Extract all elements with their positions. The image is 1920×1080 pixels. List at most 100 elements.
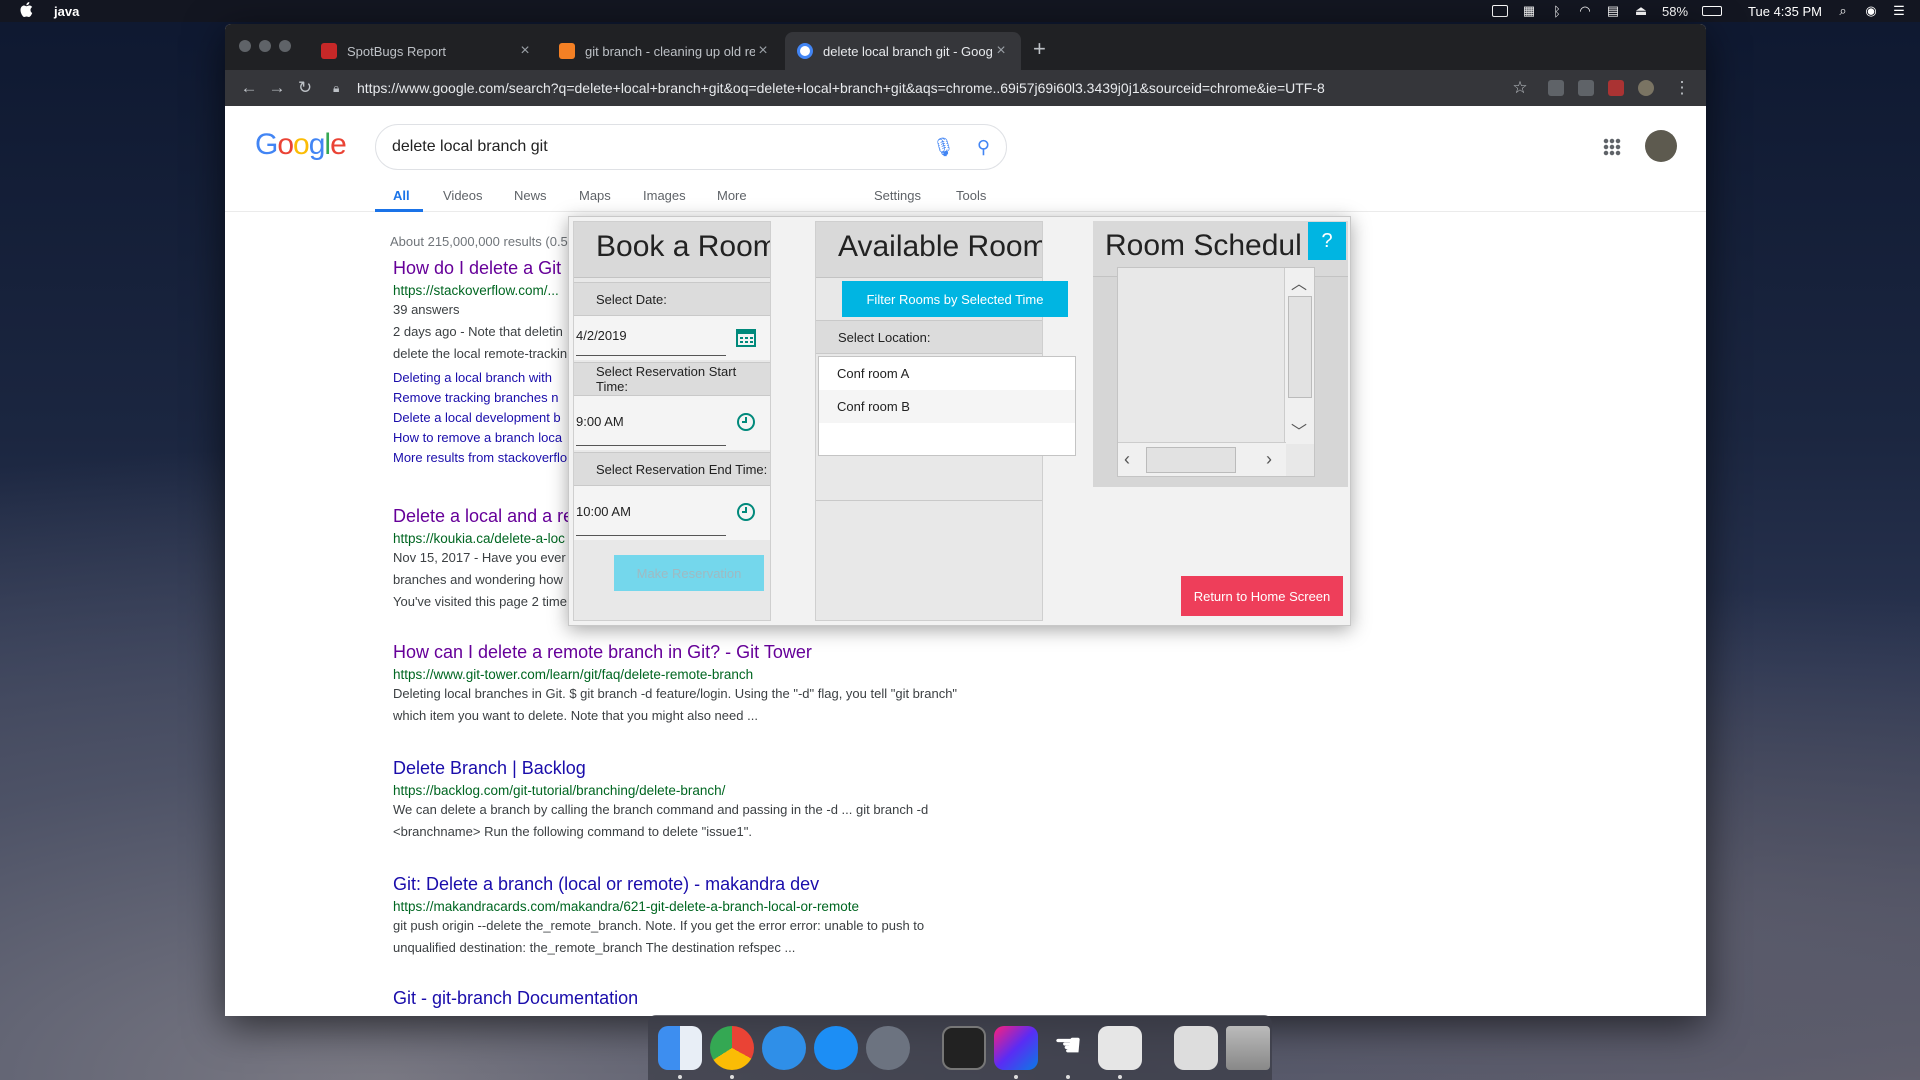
clock-icon[interactable] (736, 502, 756, 522)
result-title-link[interactable]: Delete Branch | Backlog (393, 758, 1213, 779)
tab-google-search[interactable]: delete local branch git - Googl × (785, 32, 1021, 70)
tab-more[interactable]: More (717, 188, 747, 203)
siri-icon[interactable]: ◉ (1864, 3, 1878, 19)
close-tab-icon[interactable]: × (755, 42, 771, 60)
hand-cursor-app-icon[interactable]: ☚ (1046, 1026, 1090, 1079)
vertical-scroll-thumb[interactable] (1288, 296, 1312, 398)
schedule-scroll-pane[interactable]: ︿ ﹀ ‹ › (1117, 267, 1315, 477)
close-tab-icon[interactable]: × (517, 42, 533, 60)
scroll-left-icon[interactable]: ‹ (1124, 449, 1130, 470)
battery-percent[interactable]: 58% (1662, 4, 1688, 19)
window-layout-icon[interactable]: ▦ (1522, 3, 1536, 19)
return-home-button[interactable]: Return to Home Screen (1181, 576, 1343, 616)
list-item[interactable]: Conf room B (819, 390, 1075, 423)
tab-all[interactable]: All (393, 188, 410, 203)
result-url[interactable]: https://backlog.com/git-tutorial/branchi… (393, 783, 1213, 798)
chrome-menu-icon[interactable]: ⋮ (1668, 78, 1696, 98)
date-label: Select Date: (574, 282, 770, 316)
result-title-link[interactable]: How can I delete a remote branch in Git?… (393, 642, 1213, 663)
calendar-icon[interactable] (736, 327, 756, 347)
lock-icon[interactable]: 🔒︎ (333, 81, 349, 96)
flag-us-icon[interactable]: ▤ (1606, 3, 1620, 19)
intellij-icon[interactable] (994, 1025, 1038, 1079)
result-url[interactable]: https://makandracards.com/makandra/621-g… (393, 899, 1213, 914)
notification-center-icon[interactable]: ☰ (1892, 3, 1906, 19)
scroll-right-icon[interactable]: › (1266, 449, 1272, 470)
google-apps-icon[interactable] (1603, 138, 1621, 156)
launchpad-icon[interactable] (866, 1025, 910, 1070)
app-store-icon[interactable] (814, 1025, 858, 1070)
scroll-down-icon[interactable]: ﹀ (1291, 418, 1307, 442)
reload-icon[interactable]: ↻ (291, 78, 319, 98)
java-app-icon[interactable] (1098, 1025, 1142, 1079)
horizontal-scrollbar[interactable]: ‹ › (1118, 442, 1286, 476)
active-app-name[interactable]: java (54, 4, 79, 19)
tab-spotbugs[interactable]: SpotBugs Report × (309, 32, 545, 70)
apple-icon[interactable] (20, 2, 34, 20)
result-snippet: <branchname> Run the following command t… (393, 824, 752, 839)
extension-k-icon[interactable] (1578, 80, 1594, 96)
wifi-icon[interactable]: ◠ (1578, 3, 1592, 19)
google-logo[interactable]: Google (255, 128, 347, 162)
google-search-box[interactable]: delete local branch git 🎙︎ ⚲ (375, 124, 1007, 170)
result-url[interactable]: https://www.git-tower.com/learn/git/faq/… (393, 667, 1213, 682)
tab-title: git branch - cleaning up old re (585, 43, 755, 59)
profile-avatar-icon[interactable] (1638, 80, 1654, 96)
date-picker[interactable]: 4/2/2019 (574, 316, 770, 360)
extension-icon[interactable] (1548, 80, 1564, 96)
close-window-button[interactable] (239, 40, 251, 52)
minimize-window-button[interactable] (259, 40, 271, 52)
clock[interactable]: Tue 4:35 PM (1748, 4, 1822, 19)
back-arrow-icon[interactable]: ← (235, 78, 263, 98)
clock-icon[interactable] (736, 412, 756, 432)
eject-icon[interactable]: ⏏ (1634, 3, 1648, 19)
tab-videos[interactable]: Videos (443, 188, 483, 203)
result-title-link[interactable]: Git - git-branch Documentation (393, 988, 1033, 1009)
activity-monitor-icon[interactable] (942, 1025, 986, 1070)
start-time-picker[interactable]: 9:00 AM (574, 396, 770, 450)
horizontal-scroll-thumb[interactable] (1146, 447, 1236, 473)
end-time-underline (576, 535, 726, 536)
trash-icon[interactable] (1226, 1025, 1270, 1070)
search-query[interactable]: delete local branch git (392, 138, 932, 156)
help-button[interactable]: ? (1308, 222, 1346, 260)
room-list[interactable]: Conf room A Conf room B (818, 356, 1076, 456)
result-title-link[interactable]: Git: Delete a branch (local or remote) -… (393, 874, 1213, 895)
active-tab-underline (375, 209, 423, 212)
end-time-value[interactable]: 10:00 AM (576, 504, 631, 519)
tab-maps[interactable]: Maps (579, 188, 611, 203)
tab-tools[interactable]: Tools (956, 188, 986, 203)
filter-rooms-button[interactable]: Filter Rooms by Selected Time (842, 281, 1068, 317)
start-time-value[interactable]: 9:00 AM (576, 414, 624, 429)
tab-git-branch[interactable]: git branch - cleaning up old re × (547, 32, 783, 70)
battery-icon[interactable] (1702, 6, 1723, 16)
scroll-up-icon[interactable]: ︿ (1291, 270, 1307, 294)
search-icon[interactable]: ⚲ (977, 137, 990, 158)
start-time-label: Select Reservation Start Time: (574, 362, 770, 396)
address-bar[interactable]: 🔒︎ https://www.google.com/search?q=delet… (333, 74, 1496, 102)
safari-icon[interactable] (762, 1025, 806, 1070)
chrome-icon[interactable] (710, 1025, 754, 1079)
avatar[interactable] (1645, 130, 1677, 162)
tab-settings[interactable]: Settings (874, 188, 921, 203)
close-tab-icon[interactable]: × (993, 42, 1009, 60)
zoom-window-button[interactable] (279, 40, 291, 52)
date-value[interactable]: 4/2/2019 (576, 328, 627, 343)
microphone-icon[interactable]: 🎙︎ (932, 137, 955, 158)
spotlight-search-icon[interactable]: ⌕ (1836, 3, 1850, 19)
screen-mirror-icon[interactable] (1492, 5, 1509, 17)
end-time-picker[interactable]: 10:00 AM (574, 486, 770, 540)
tab-news[interactable]: News (514, 188, 547, 203)
jar-file-icon[interactable] (1174, 1025, 1218, 1070)
bookmark-star-icon[interactable]: ☆ (1506, 78, 1534, 98)
bluetooth-icon[interactable]: ᛒ (1550, 4, 1564, 19)
end-time-label: Select Reservation End Time: (574, 452, 770, 486)
list-item[interactable]: Conf room A (819, 357, 1075, 390)
forward-arrow-icon[interactable]: → (263, 78, 291, 98)
new-tab-button[interactable]: + (1033, 36, 1046, 62)
finder-icon[interactable] (658, 1025, 702, 1079)
tab-images[interactable]: Images (643, 188, 686, 203)
vertical-scrollbar[interactable]: ︿ ﹀ (1284, 268, 1314, 444)
ublock-icon[interactable] (1608, 80, 1624, 96)
make-reservation-button[interactable]: Make Reservation (614, 555, 764, 591)
